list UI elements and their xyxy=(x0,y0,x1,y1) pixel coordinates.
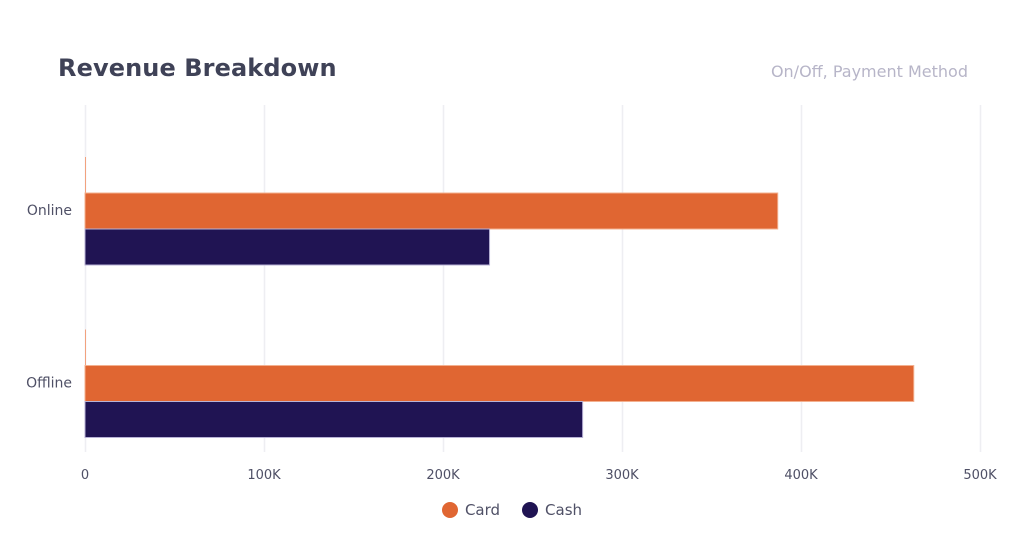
legend-marker-icon xyxy=(522,502,539,518)
x-tick-label: 300K xyxy=(605,468,639,483)
zero-bar-marker xyxy=(85,157,86,193)
x-tick-label: 500K xyxy=(963,468,997,483)
bar-offline-card[interactable] xyxy=(84,365,915,402)
category-label: Online xyxy=(27,203,72,219)
x-tick-label: 0 xyxy=(81,468,89,483)
legend-marker-icon xyxy=(441,502,458,518)
zero-bar-marker xyxy=(85,329,86,366)
bar-online-card[interactable] xyxy=(84,192,779,230)
legend-item-cash[interactable]: Cash xyxy=(522,501,582,519)
legend: Card Cash xyxy=(0,501,1024,519)
bar-chart: 0 100K 200K 300K 400K 500K Online Offline xyxy=(26,105,997,483)
y-axis-categories: Online Offline xyxy=(26,203,72,392)
bar-offline-cash[interactable] xyxy=(84,401,584,438)
legend-label: Cash xyxy=(545,501,583,519)
category-label: Offline xyxy=(26,376,72,392)
legend-label: Card xyxy=(464,501,501,519)
bar-online-cash[interactable] xyxy=(84,228,491,266)
x-axis-ticks: 0 100K 200K 300K 400K 500K xyxy=(81,468,997,483)
x-tick-label: 400K xyxy=(784,468,818,483)
x-tick-label: 100K xyxy=(247,468,281,483)
legend-item-card[interactable]: Card xyxy=(441,501,501,519)
bars xyxy=(84,157,915,438)
x-tick-label: 200K xyxy=(426,468,460,483)
